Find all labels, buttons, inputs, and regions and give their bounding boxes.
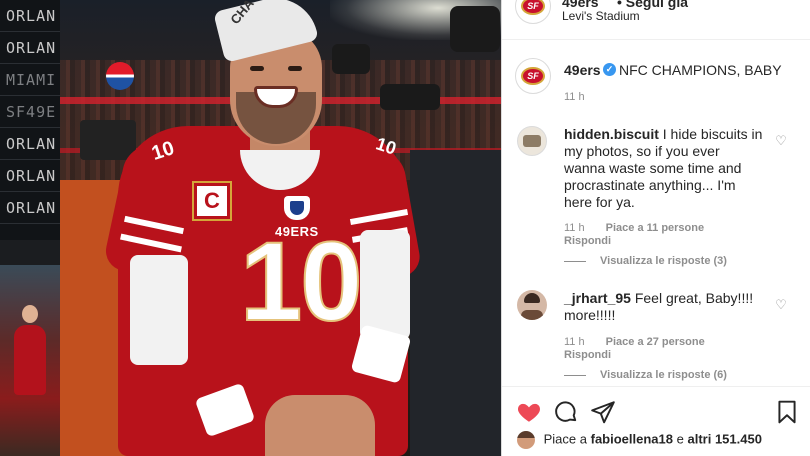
heart-filled-icon[interactable] [516,399,542,425]
commenter-avatar[interactable] [517,126,547,156]
camera-icon [450,6,500,52]
likes-others-link[interactable]: altri 151.450 [687,431,761,446]
caption-text: NFC CHAMPIONS, BABY [619,62,782,78]
background-photo [0,265,60,456]
commenter-avatar[interactable] [517,290,547,320]
paper-plane-icon[interactable] [590,399,616,425]
profile-avatar[interactable]: SF [515,0,551,24]
post-side-panel: SF 49ers • Segui già Levi's Stadium SF 4… [501,0,810,456]
board-row: ORLAN [0,0,60,32]
background-strip: ORLAN ORLAN MIAMI SF49E ORLAN ORLAN ORLA… [0,0,60,456]
departure-board: ORLAN ORLAN MIAMI SF49E ORLAN ORLAN ORLA… [0,0,60,240]
comment-username[interactable]: hidden.biscuit [564,126,659,142]
comment-likes-count[interactable]: Piace a 11 persone [606,222,704,234]
board-row: ORLAN [0,192,60,224]
camera-icon [332,44,370,74]
caption-timestamp[interactable]: 11 h [564,91,585,103]
likes-summary: Piace a fabioellena18 e altri 151.450 [517,431,762,449]
caption-avatar[interactable]: SF [515,58,551,94]
camera-icon [380,84,440,110]
comment-timestamp[interactable]: 11 h [564,222,585,234]
comment-like-heart-icon[interactable]: ♡ [774,298,788,312]
49ers-logo-icon: SF [521,0,545,15]
verified-badge-icon: ✓ [603,63,616,76]
liker-username[interactable]: fabioellena18 [591,431,673,446]
view-replies-button[interactable]: Visualizza le risposte (3) [564,255,727,267]
post-image[interactable]: CHA 10 10 C 49ERS 10 [60,0,501,456]
jersey-number: 10 [239,219,364,344]
biscuit-icon [523,135,541,147]
comment-bubble-icon[interactable] [553,399,579,425]
49ers-logo-icon: SF [521,67,545,85]
captain-patch: C [192,181,232,221]
board-row: ORLAN [0,32,60,64]
nfl-100-logo [284,196,310,220]
liker-avatar[interactable] [517,431,535,449]
board-row: MIAMI [0,64,60,96]
reply-button[interactable]: Rispondi [564,349,611,361]
board-row: ORLAN [0,128,60,160]
comment-likes-count[interactable]: Piace a 27 persone [606,336,705,348]
view-replies-button[interactable]: Visualizza le risposte (6) [564,369,727,381]
camera-icon [80,120,136,160]
location-link[interactable]: Levi's Stadium [562,9,640,23]
comment-like-heart-icon[interactable]: ♡ [774,134,788,148]
bookmark-icon[interactable] [774,399,800,425]
photographer-right [410,150,501,456]
board-row: ORLAN [0,160,60,192]
board-row: SF49E [0,96,60,128]
reply-button[interactable]: Rispondi [564,235,611,247]
caption-username[interactable]: 49ers [564,62,601,78]
comment-username[interactable]: _jrhart_95 [564,290,631,306]
pepsi-logo [106,62,134,90]
post-header: SF 49ers • Segui già Levi's Stadium [502,0,810,40]
post-actions: Piace a fabioellena18 e altri 151.450 [502,386,810,456]
comment-timestamp[interactable]: 11 h [564,336,585,348]
